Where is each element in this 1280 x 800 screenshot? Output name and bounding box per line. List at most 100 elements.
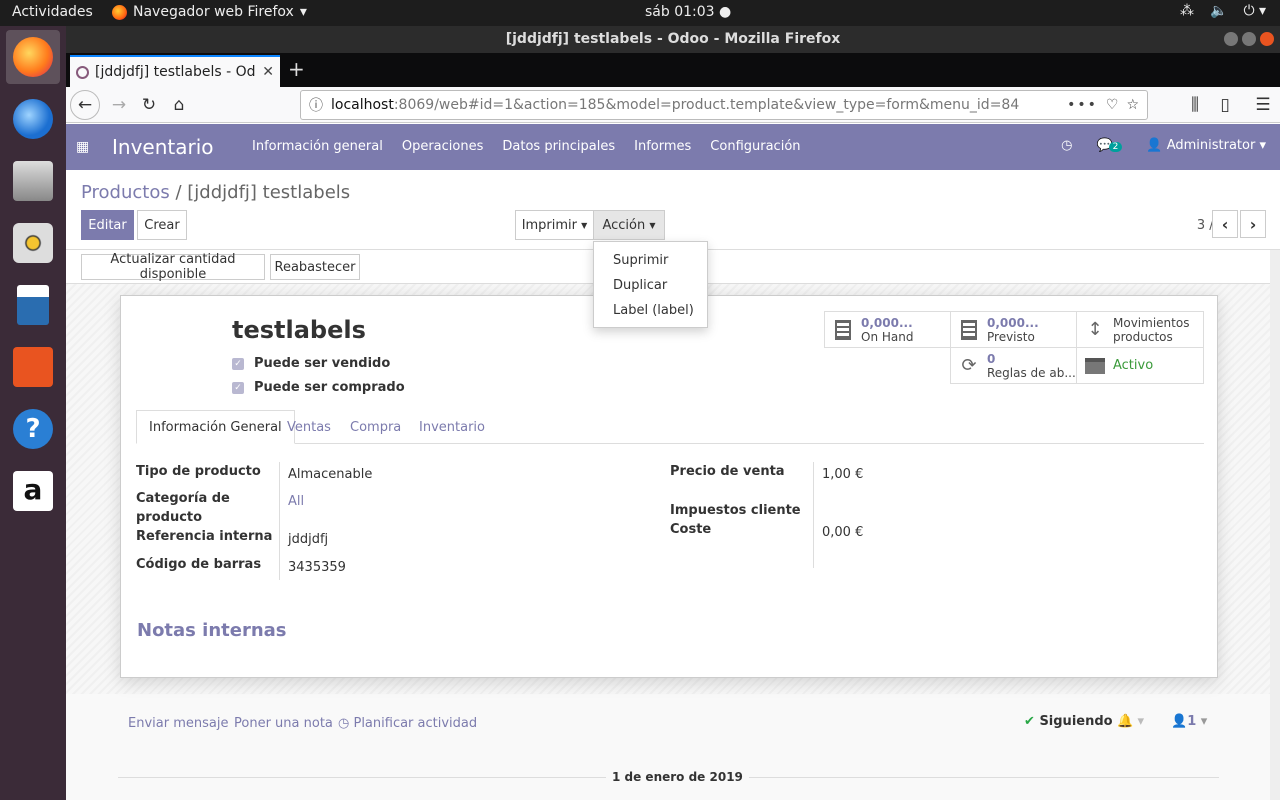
app-brand[interactable]: Inventario xyxy=(112,135,214,159)
pager-next-button[interactable]: › xyxy=(1240,210,1266,238)
replenish-button[interactable]: Reabastecer xyxy=(270,254,360,280)
system-clock[interactable]: sáb 01:03 ● xyxy=(645,4,731,20)
dock-firefox[interactable] xyxy=(6,30,60,84)
update-quantity-button[interactable]: Actualizar cantidad disponible xyxy=(81,252,265,282)
breadcrumb-current: [jddjdfj] testlabels xyxy=(187,182,351,203)
sidebar-icon[interactable]: ▯ xyxy=(1210,90,1240,120)
dock-files[interactable] xyxy=(6,154,60,208)
minimize-button[interactable] xyxy=(1224,32,1238,46)
menu-icon[interactable]: ☰ xyxy=(1248,90,1278,120)
close-window-button[interactable] xyxy=(1260,32,1274,46)
url-text: localhost:8069/web#id=1&action=185&model… xyxy=(331,97,1020,113)
on-hand-button[interactable]: 0,000... On Hand xyxy=(824,311,951,348)
rules-label: Reglas de ab... xyxy=(987,365,1076,380)
menu-informacion-general[interactable]: Información general xyxy=(252,139,383,154)
messages-button[interactable]: 💬2 xyxy=(1096,138,1123,153)
dock-rhythmbox[interactable] xyxy=(6,216,60,270)
following-button[interactable]: ✔ Siguiendo 🔔 ▾ xyxy=(1024,714,1144,729)
bell-icon[interactable]: 🔔 ▾ xyxy=(1117,714,1144,729)
app-menu[interactable]: Navegador web Firefox ▾ xyxy=(112,4,307,20)
menu-configuracion[interactable]: Configuración xyxy=(710,139,800,154)
browser-tab[interactable]: [jddjdfj] testlabels - Odoo ✕ xyxy=(70,55,280,87)
window-title-bar: [jddjdfj] testlabels - Odoo - Mozilla Fi… xyxy=(66,26,1280,53)
can-be-purchased-checkbox[interactable]: ✓ Puede ser comprado xyxy=(232,380,405,395)
dock: ? a xyxy=(0,26,66,800)
pager-previous-button[interactable]: ‹ xyxy=(1212,210,1238,238)
bookmark-star-icon[interactable]: ☆ xyxy=(1126,97,1139,113)
moves-label-line2: productos xyxy=(1113,329,1173,344)
menu-item-label[interactable]: Label (label) xyxy=(594,298,707,323)
reorder-rules-button[interactable]: ⟳ 0 Reglas de ab... xyxy=(950,347,1077,384)
tab-strip: [jddjdfj] testlabels - Odoo ✕ + xyxy=(66,53,1280,87)
close-tab-icon[interactable]: ✕ xyxy=(262,64,274,80)
category-value-link[interactable]: All xyxy=(288,494,304,509)
internal-reference-label: Referencia interna xyxy=(136,529,273,544)
tab-informacion-general[interactable]: Información General xyxy=(136,410,295,444)
forecast-button[interactable]: 0,000... Previsto xyxy=(950,311,1077,348)
maximize-button[interactable] xyxy=(1242,32,1256,46)
navigation-bar: ← → ↻ ⌂ ⓘ localhost:8069/web#id=1&action… xyxy=(66,87,1280,123)
activities-button[interactable]: Actividades xyxy=(12,4,93,20)
new-tab-button[interactable]: + xyxy=(288,57,305,81)
breadcrumb-productos[interactable]: Productos xyxy=(81,182,170,203)
page-actions-icon[interactable]: ••• xyxy=(1067,97,1098,113)
rules-value: 0 xyxy=(987,351,996,366)
menu-item-suprimir[interactable]: Suprimir xyxy=(594,248,707,273)
print-dropdown[interactable]: Imprimir ▼ xyxy=(515,210,594,240)
barcode-value: 3435359 xyxy=(288,560,346,575)
network-icon[interactable]: ⁂ xyxy=(1180,3,1194,19)
can-be-sold-label: Puede ser vendido xyxy=(254,356,391,371)
dock-software[interactable] xyxy=(6,340,60,394)
dock-help[interactable]: ? xyxy=(6,402,60,456)
info-icon[interactable]: ⓘ xyxy=(309,95,323,115)
app-menu-label: Navegador web Firefox xyxy=(133,4,294,20)
menu-datos-principales[interactable]: Datos principales xyxy=(502,139,615,154)
breadcrumb: Productos / [jddjdfj] testlabels xyxy=(81,182,350,203)
send-message-button[interactable]: Enviar mensaje xyxy=(128,716,228,731)
amazon-icon: a xyxy=(13,471,53,511)
activity-clock-icon[interactable]: ◷ xyxy=(1061,138,1072,153)
back-button[interactable]: ← xyxy=(70,90,100,120)
menu-operaciones[interactable]: Operaciones xyxy=(402,139,484,154)
scrollbar[interactable] xyxy=(1270,250,1280,800)
building-icon xyxy=(959,319,979,341)
action-dropdown[interactable]: Acción ▼ xyxy=(593,210,665,240)
on-hand-label: On Hand xyxy=(861,329,914,344)
dock-writer[interactable] xyxy=(6,278,60,332)
menu-informes[interactable]: Informes xyxy=(634,139,691,154)
pocket-icon[interactable]: ♡ xyxy=(1106,97,1119,113)
odoo-main-navbar: ▦ Inventario Información general Operaci… xyxy=(66,124,1280,170)
menu-item-duplicar[interactable]: Duplicar xyxy=(594,273,707,298)
schedule-activity-button[interactable]: ◷ Planificar actividad xyxy=(338,716,477,731)
field-separator xyxy=(279,462,280,580)
tab-ventas[interactable]: Ventas xyxy=(275,410,343,444)
category-label: Categoría de producto xyxy=(136,491,230,525)
followers-button[interactable]: 👤1 ▾ xyxy=(1171,714,1207,729)
apps-grid-icon[interactable]: ▦ xyxy=(76,139,89,155)
create-button[interactable]: Crear xyxy=(137,210,187,240)
dock-thunderbird[interactable] xyxy=(6,92,60,146)
dock-amazon[interactable]: a xyxy=(6,464,60,518)
edit-button[interactable]: Editar xyxy=(81,210,134,240)
reload-button[interactable]: ↻ xyxy=(134,90,164,120)
tab-inventario[interactable]: Inventario xyxy=(407,410,497,444)
help-icon: ? xyxy=(13,409,53,449)
date-divider-label: 1 de enero de 2019 xyxy=(606,770,749,784)
forward-button[interactable]: → xyxy=(104,90,134,120)
library-icon[interactable]: ⫼ xyxy=(1180,90,1210,120)
can-be-sold-checkbox[interactable]: ✓ Puede ser vendido xyxy=(232,356,390,371)
tab-title: [jddjdfj] testlabels - Odoo xyxy=(95,64,257,80)
active-toggle-button[interactable]: Activo xyxy=(1076,347,1204,384)
writer-icon xyxy=(17,285,49,325)
power-icon[interactable]: ⏻ ▾ xyxy=(1243,3,1266,19)
url-bar[interactable]: ⓘ localhost:8069/web#id=1&action=185&mod… xyxy=(300,90,1148,120)
person-icon: 👤 xyxy=(1171,714,1188,729)
followers-count: 1 xyxy=(1187,714,1197,729)
volume-icon[interactable]: 🔈 xyxy=(1210,3,1227,19)
user-menu[interactable]: 👤 Administrator ▾ xyxy=(1146,138,1266,153)
product-moves-button[interactable]: ↕ Movimientos productos xyxy=(1076,311,1204,348)
log-note-button[interactable]: Poner una nota xyxy=(234,716,333,731)
home-icon[interactable]: ⌂ xyxy=(164,90,194,120)
tab-compra[interactable]: Compra xyxy=(338,410,413,444)
form-content: Actualizar cantidad disponible Reabastec… xyxy=(66,250,1280,800)
